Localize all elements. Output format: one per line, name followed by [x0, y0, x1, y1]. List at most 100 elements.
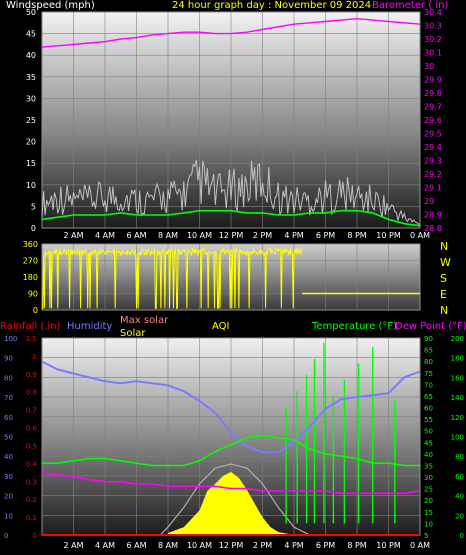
solar-tick-label: 160 — [451, 374, 464, 382]
time-tick-label: 2 AM — [63, 231, 83, 240]
temperature-tick-label: 20 — [424, 497, 433, 505]
wind-tick-label: 15 — [26, 159, 36, 168]
wind-tick-label: 35 — [26, 73, 36, 82]
time-tick-label: 8 AM — [158, 231, 178, 240]
compass-label: N — [440, 240, 448, 253]
barometer-tick-label: 29.1 — [424, 184, 442, 193]
direction-tick-label: 270 — [23, 257, 38, 266]
barometer-tick-label: 28.9 — [424, 211, 442, 220]
barometer-tick-label: 29.3 — [424, 157, 442, 166]
solar-tick-label: 200 — [451, 335, 464, 343]
compass-label: E — [440, 288, 447, 301]
time-tick-label: 6 PM — [316, 231, 335, 240]
wind-tick-label: 0 — [31, 224, 36, 233]
time-tick-label: 4 PM — [284, 231, 303, 240]
direction-tick-label: 180 — [23, 273, 38, 282]
temperature-tick-label: 70 — [424, 381, 433, 389]
solar-tick-label: 0 — [460, 532, 464, 540]
direction-tick-label: 360 — [23, 240, 38, 249]
temperature-tick-label: 25 — [424, 486, 433, 494]
barometer-tick-label: 28.8 — [424, 224, 442, 233]
time-tick-label: 8 AM — [158, 541, 178, 550]
time-tick-label: 4 AM — [95, 231, 115, 240]
solar-tick-label: 100 — [451, 434, 464, 442]
time-tick-label: 12 PM — [219, 541, 244, 550]
temperature-tick-label: 65 — [424, 393, 433, 401]
barometer-tick-label: 29.4 — [424, 143, 442, 152]
time-tick-label: 2 PM — [253, 541, 272, 550]
solar-tick-label: 60 — [455, 473, 464, 481]
temperature-tick-label: 90 — [424, 335, 433, 343]
rain-tick-label: 0.8 — [26, 389, 37, 397]
time-tick-label: 8 PM — [347, 231, 366, 240]
humidity-tick-label: 100 — [4, 335, 17, 343]
humidity-tick-label: 80 — [4, 374, 13, 382]
temperature-tick-label: 30 — [424, 474, 433, 482]
temperature-tick-label: 35 — [424, 462, 433, 470]
rain-tick-label: 0.3 — [26, 478, 37, 486]
wind-tick-label: 50 — [26, 8, 36, 17]
humidity-tick-label: 20 — [4, 493, 13, 501]
humidity-tick-label: 50 — [4, 434, 13, 442]
direction-tick-label: 90 — [28, 290, 38, 299]
temperature-tick-label: 60 — [424, 405, 433, 413]
wind-tick-label: 30 — [26, 94, 36, 103]
barometer-tick-label: 29.2 — [424, 170, 442, 179]
wind-tick-label: 45 — [26, 30, 36, 39]
temperature-tick-label: 40 — [424, 451, 433, 459]
rain-tick-label: 0.4 — [26, 460, 38, 468]
time-tick-label: 2 AM — [63, 541, 83, 550]
barometer-tick-label: 30.1 — [424, 49, 442, 58]
time-tick-label: 8 PM — [347, 541, 366, 550]
wind-tick-label: 20 — [26, 138, 36, 147]
weather-charts: 2 AM 4 AM 6 AM 8 AM 10 AM 12 PM 2 PM 4 PM 6 PM 8 … — [4, 8, 464, 550]
temperature-tick-label: 5 — [424, 532, 428, 540]
humidity-tick-label: 60 — [4, 414, 13, 422]
humidity-tick-label: 30 — [4, 473, 13, 481]
barometer-tick-label: 29 — [424, 197, 434, 206]
temperature-tick-label: 85 — [424, 347, 433, 355]
time-tick-label: 0 AM — [410, 541, 430, 550]
humidity-tick-label: 10 — [4, 512, 13, 520]
temperature-tick-label: 45 — [424, 439, 433, 447]
humidity-tick-label: 0 — [4, 532, 8, 540]
temperature-tick-label: 80 — [424, 358, 433, 366]
wind-tick-label: 5 — [31, 202, 36, 211]
time-tick-label: 6 PM — [316, 541, 335, 550]
barometer-tick-label: 29.5 — [424, 130, 442, 139]
time-tick-label: 4 AM — [95, 541, 115, 550]
humidity-tick-label: 40 — [4, 453, 13, 461]
temperature-tick-label: 50 — [424, 428, 433, 436]
rain-tick-label: 0.6 — [26, 425, 38, 433]
compass-label: W — [440, 256, 451, 269]
solar-tick-label: 120 — [451, 414, 464, 422]
solar-tick-label: 80 — [455, 453, 464, 461]
time-tick-label: 10 PM — [376, 231, 401, 240]
solar-tick-label: 40 — [455, 493, 464, 501]
time-tick-label: 10 PM — [376, 541, 401, 550]
solar-tick-label: 20 — [455, 512, 464, 520]
barometer-tick-label: 30.4 — [424, 8, 442, 17]
time-tick-label: 10 AM — [187, 541, 212, 550]
barometer-tick-label: 29.7 — [424, 103, 442, 112]
temperature-tick-label: 15 — [424, 509, 433, 517]
barometer-tick-label: 29.9 — [424, 76, 442, 85]
temperature-tick-label: 75 — [424, 370, 433, 378]
temperature-tick-label: 55 — [424, 416, 433, 424]
barometer-tick-label: 30.3 — [424, 22, 442, 31]
compass-label: N — [440, 304, 448, 317]
barometer-tick-label: 30.2 — [424, 35, 442, 44]
barometer-tick-label: 29.8 — [424, 89, 442, 98]
barometer-tick-label: 30 — [424, 62, 434, 71]
solar-tick-label: 180 — [451, 355, 464, 363]
solar-tick-label: 140 — [451, 394, 464, 402]
rain-tick-label: 0.5 — [26, 442, 37, 450]
humidity-tick-label: 70 — [4, 394, 13, 402]
time-tick-label: 4 PM — [284, 541, 303, 550]
time-tick-label: 10 AM — [187, 231, 212, 240]
time-tick-label: 6 AM — [126, 231, 146, 240]
rain-tick-label: 1 — [33, 353, 37, 361]
humidity-tick-label: 90 — [4, 355, 13, 363]
temperature-tick-label: 10 — [424, 520, 433, 528]
compass-label: S — [440, 272, 447, 285]
